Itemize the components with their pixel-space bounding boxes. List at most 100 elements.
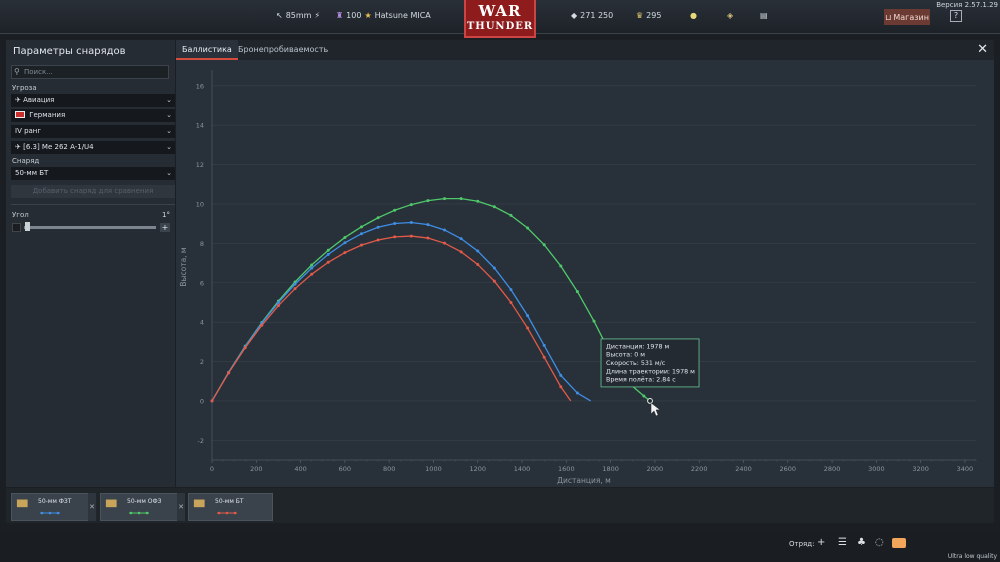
y-tick-label: 16 bbox=[196, 82, 204, 90]
x-tick-label: 3400 bbox=[957, 465, 974, 473]
shop-button[interactable]: ⊔ Магазин bbox=[884, 9, 930, 25]
trajectory-point bbox=[542, 343, 546, 347]
mail-icon[interactable] bbox=[892, 538, 906, 548]
trajectory-point bbox=[326, 248, 330, 252]
player-info[interactable]: ♜ 100 ★ Hatsune MICA bbox=[336, 11, 431, 20]
trajectory-point bbox=[376, 216, 380, 220]
events-button[interactable]: ◈ bbox=[727, 11, 733, 20]
x-axis-label: Дистанция, м bbox=[557, 476, 611, 485]
trajectory-point bbox=[592, 319, 596, 323]
y-tick-label: 0 bbox=[200, 397, 204, 405]
trajectory-point bbox=[343, 241, 347, 245]
trajectory-point bbox=[443, 241, 447, 245]
x-tick-label: 600 bbox=[339, 465, 351, 473]
chat-icon[interactable]: ◌ bbox=[875, 537, 884, 548]
tickets-button[interactable]: ▤ bbox=[760, 11, 768, 20]
trajectory-line bbox=[211, 221, 592, 402]
contacts-icon[interactable]: ♣ bbox=[857, 537, 866, 548]
shell-dropdown[interactable]: 50-мм БТ ⌄ bbox=[11, 167, 175, 180]
tooltip-line: Скорость: 531 м/с bbox=[606, 360, 666, 367]
diamond-icon: ◈ bbox=[727, 11, 734, 20]
angle-slider[interactable] bbox=[24, 226, 156, 229]
help-button[interactable]: ? bbox=[950, 10, 962, 22]
vehicle-dropdown[interactable]: ✈ [6.3] Me 262 A-1/U4 ⌄ bbox=[11, 141, 175, 154]
x-tick-label: 400 bbox=[294, 465, 306, 473]
trajectory-point bbox=[575, 290, 579, 294]
hovered-point[interactable] bbox=[647, 398, 653, 404]
x-tick-label: 1000 bbox=[425, 465, 442, 473]
angle-increase-button[interactable]: + bbox=[160, 223, 170, 232]
trajectory-point bbox=[426, 223, 430, 227]
trajectory-point bbox=[409, 203, 413, 207]
trajectory-point bbox=[559, 385, 563, 389]
x-tick-label: 200 bbox=[250, 465, 262, 473]
close-icon[interactable]: ✕ bbox=[977, 43, 988, 56]
add-squad-icon[interactable]: + bbox=[817, 537, 825, 548]
ammo-indicator: ↖ 85mm ⚡ bbox=[276, 11, 321, 20]
shells-icon: ▮▮▮ bbox=[105, 498, 117, 509]
rank-dropdown[interactable]: IV ранг ⌄ bbox=[11, 125, 175, 138]
trajectory-point bbox=[459, 237, 463, 241]
trajectory-point bbox=[359, 225, 363, 229]
silver-lions[interactable]: ◆ 271 250 bbox=[571, 11, 613, 20]
series-legend-icon bbox=[217, 511, 237, 515]
trajectory-point bbox=[210, 399, 214, 403]
remove-ammo-button[interactable]: ✕ bbox=[177, 493, 185, 521]
ammo-card[interactable]: ▮▮▮ 50-мм ОФЗ bbox=[100, 493, 185, 521]
trajectory-point bbox=[393, 235, 397, 239]
trajectory-point bbox=[310, 266, 314, 270]
remove-ammo-button[interactable]: ✕ bbox=[88, 493, 96, 521]
x-tick-label: 2200 bbox=[691, 465, 708, 473]
version-label: Версия 2.57.1.29 bbox=[936, 1, 998, 9]
trajectory-point bbox=[426, 236, 430, 240]
cursor-icon bbox=[650, 402, 661, 417]
trajectory-point bbox=[343, 235, 347, 239]
trajectory-point bbox=[243, 346, 247, 350]
trajectory-point bbox=[509, 213, 513, 217]
list-icon[interactable]: ☰ bbox=[838, 537, 847, 548]
search-input[interactable]: ⚲ Поиск... bbox=[11, 65, 169, 79]
squad-label: Отряд: bbox=[789, 540, 815, 548]
trajectory-point bbox=[260, 323, 264, 327]
trajectory-point bbox=[393, 221, 397, 225]
ballistics-chart: -2 0 2 4 6 8 10 12 14 16 0 200 400 600 800 1000 1200 1400… bbox=[179, 70, 977, 485]
trajectory-point bbox=[526, 226, 530, 230]
y-axis-label: Высота, м bbox=[179, 247, 188, 286]
angle-label: Угол bbox=[12, 211, 29, 219]
top-bar: ↖ 85mm ⚡ ♜ 100 ★ Hatsune MICA WAR THUNDE… bbox=[0, 0, 1000, 38]
chevron-down-icon: ⌄ bbox=[166, 169, 172, 177]
angle-value: 1° bbox=[162, 211, 170, 219]
add-shell-button[interactable]: Добавить снаряд для сравнения bbox=[11, 185, 175, 198]
trajectory-point bbox=[476, 262, 480, 266]
game-logo: WAR THUNDER bbox=[464, 0, 536, 38]
chevron-down-icon: ⌄ bbox=[166, 143, 172, 151]
research-button[interactable]: ● bbox=[690, 11, 697, 20]
angle-slider-thumb[interactable] bbox=[25, 222, 30, 231]
trajectory-point bbox=[459, 197, 463, 201]
chevron-down-icon: ⌄ bbox=[166, 111, 172, 119]
bolt-icon: ⚡ bbox=[314, 11, 321, 20]
golden-eagles[interactable]: ♛ 295 bbox=[636, 11, 661, 20]
threat-type-dropdown[interactable]: ✈ Авиация ⌄ bbox=[11, 94, 175, 107]
trajectory-point bbox=[227, 371, 231, 375]
x-tick-label: 3200 bbox=[912, 465, 929, 473]
lightbulb-icon: ● bbox=[690, 11, 697, 20]
x-tick-label: 1400 bbox=[514, 465, 531, 473]
cart-icon: ⊔ bbox=[885, 12, 892, 22]
trajectory-point bbox=[542, 355, 546, 359]
shells-icon: ▮▮▮ bbox=[193, 498, 205, 509]
tooltip-line: Дистанция: 1978 м bbox=[606, 343, 669, 350]
ammo-card[interactable]: ▮▮▮ 50-мм БТ bbox=[188, 493, 273, 521]
tab-penetration[interactable]: Бронепробиваемость bbox=[232, 40, 334, 60]
x-tick-label: 2400 bbox=[735, 465, 752, 473]
x-tick-label: 3000 bbox=[868, 465, 885, 473]
silver-icon: ◆ bbox=[571, 11, 578, 20]
germany-flag-icon bbox=[15, 111, 25, 118]
trajectory-point bbox=[559, 373, 563, 377]
angle-decrease-button[interactable] bbox=[12, 223, 21, 232]
ammo-card[interactable]: ▮▮▮ 50-мм ФЗТ bbox=[11, 493, 96, 521]
tab-ballistics[interactable]: Баллистика bbox=[176, 40, 238, 60]
nation-dropdown[interactable]: Германия ⌄ bbox=[11, 109, 175, 122]
y-tick-label: 14 bbox=[196, 122, 204, 130]
tab-bar: Баллистика Бронепробиваемость ✕ bbox=[176, 40, 994, 60]
